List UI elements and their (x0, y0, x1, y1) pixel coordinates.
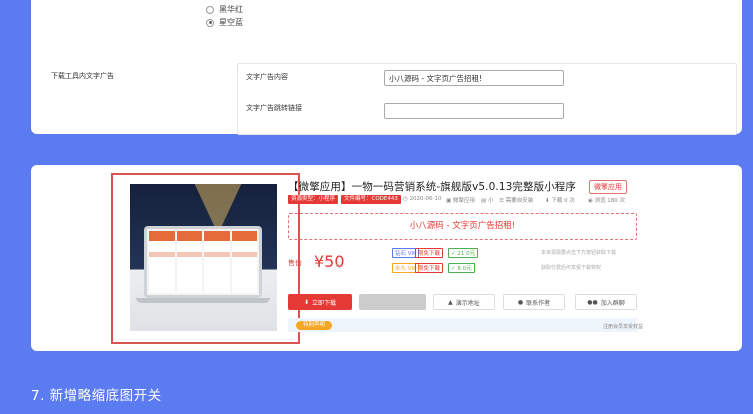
ad-text-input[interactable]: 小八源码 - 文字页广告招租! (384, 70, 564, 86)
laptop-image (144, 226, 262, 298)
screen-column (149, 231, 175, 293)
price-unit: 元 (335, 262, 342, 269)
product-title: 【微擎应用】一物一码营销系统-旗舰版v5.0.13完整版小程序 (288, 181, 576, 193)
note-1: 本资源需要点击下方按钮获取下载 (541, 250, 617, 256)
notice-text: 注册会员享受权益 (603, 324, 644, 330)
section-label: 下载工具内文字广告 (51, 72, 114, 80)
meta-size: ▤ 小 (481, 198, 494, 204)
contact-author-button[interactable]: ● 联系作者 (503, 294, 565, 310)
join-group-button[interactable]: ●● 加入群聊 (575, 294, 637, 310)
ad-text-label: 文字广告内容 (246, 73, 288, 81)
meta-browse: ◉ 浏览 180 次 (588, 198, 626, 204)
disabled-button[interactable] (359, 294, 426, 310)
vip2-free-badge: 限免下载 (415, 263, 444, 273)
tag-type: 资源类型：小程序 (288, 195, 339, 204)
laptop-base (136, 298, 270, 303)
meta-date: ◷ 2020-06-10 (403, 196, 442, 202)
screen-column (204, 231, 230, 293)
vip1-price-value: 21.0元 (457, 251, 476, 257)
radio-label: 星空蓝 (219, 18, 243, 27)
price-label: 售价 (288, 259, 302, 267)
radio-label: 黑华红 (219, 5, 243, 14)
meta-install: ☰ 需要自安装 (499, 198, 534, 204)
notice-bar (288, 318, 637, 332)
laptop-screen (147, 229, 259, 295)
meta-size-value: 小 (487, 198, 494, 204)
radio-option-1[interactable]: 黑华红 (206, 4, 243, 15)
download-button[interactable]: ⬇ 立即下载 (288, 294, 352, 310)
meta-type: ▣ 微擎应用 (446, 198, 475, 204)
meta-views: ⬇ 下载 0 次 (545, 198, 575, 204)
meta-install-value: 需要自安装 (505, 198, 534, 204)
demo-button-label: 演示地址 (455, 299, 480, 307)
ad-link-label: 文字广告跳转链接 (246, 104, 302, 112)
download-button-label: 立即下载 (312, 299, 337, 307)
user-icon: ● (517, 298, 524, 306)
group-icon: ●● (587, 298, 598, 306)
notice-tag: 特别声明 (296, 321, 332, 330)
warning-icon: ▲ (448, 298, 453, 306)
screen-column (176, 231, 202, 293)
demo-button[interactable]: ▲ 演示地址 (433, 294, 495, 310)
radio-circle-checked[interactable] (206, 18, 214, 27)
meta-views-value: 下载 0 次 (551, 198, 575, 204)
product-thumbnail (130, 184, 277, 331)
ad-link-input[interactable] (384, 103, 564, 119)
radio-option-2[interactable]: 星空蓝 (206, 17, 243, 28)
section-heading: 7. 新增略缩底图开关 (31, 388, 162, 404)
vip2-price-badge: ✓ 8.0元 (448, 263, 475, 273)
vip1-price-badge: ✓ 21.0元 (448, 248, 479, 258)
meta-date-value: 2020-06-10 (409, 196, 442, 202)
tag-code: 文件编号：CODE443 (341, 195, 401, 204)
vip2-price-value: 8.0元 (457, 266, 472, 272)
ad-banner[interactable]: 小八源码 - 文字页广告招租! (288, 213, 637, 240)
product-badge: 微擎应用 (589, 180, 627, 194)
join-group-label: 加入群聊 (600, 299, 625, 307)
contact-author-label: 联系作者 (526, 299, 551, 307)
screen-column (231, 231, 257, 293)
meta-browse-value: 浏览 180 次 (594, 198, 626, 204)
meta-type-value: 微擎应用 (452, 198, 475, 204)
radio-circle[interactable] (206, 5, 214, 14)
vip1-free-badge: 限免下载 (415, 248, 444, 258)
download-icon: ⬇ (303, 298, 309, 306)
note-2: 获取付费后可享受下载特权 (541, 265, 602, 271)
